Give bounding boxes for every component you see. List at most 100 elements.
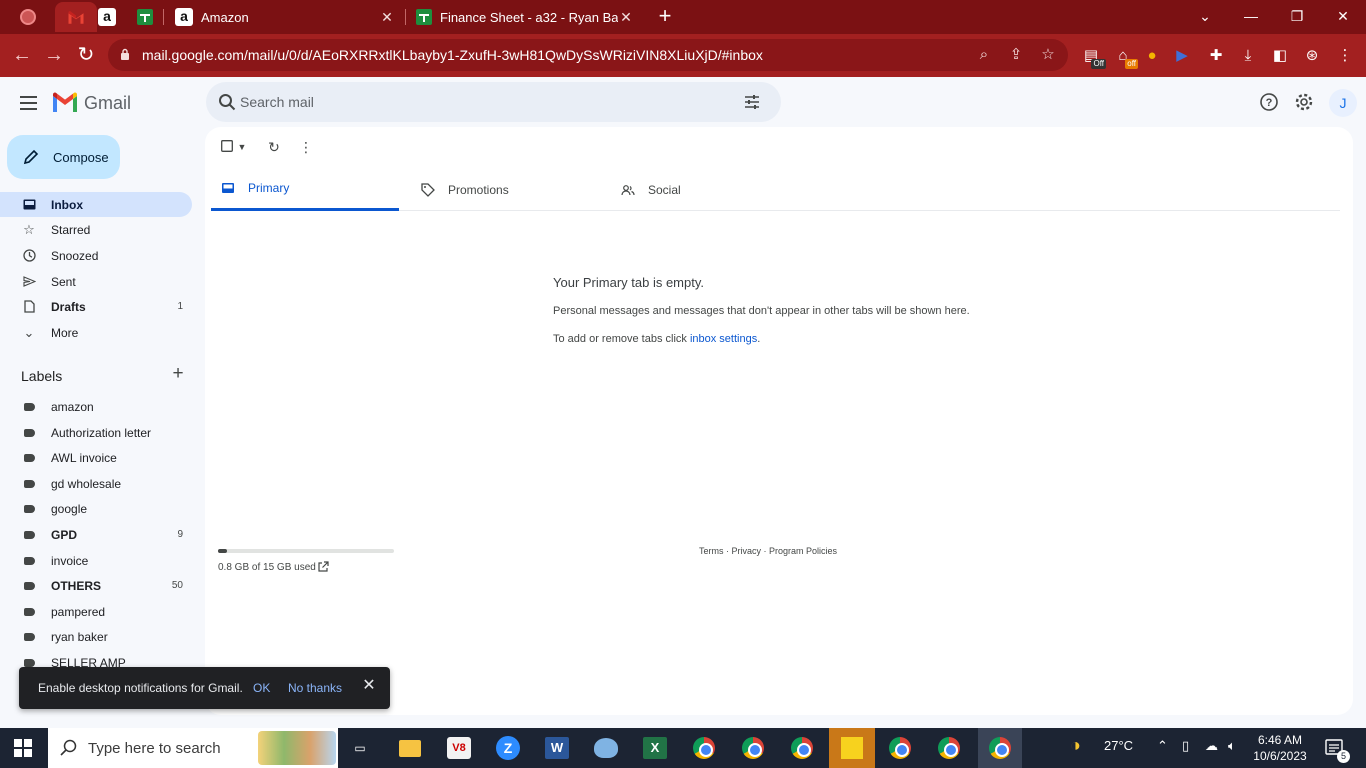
zoom-icon[interactable]: ⌕ <box>974 45 994 65</box>
open-external-icon[interactable] <box>317 561 329 573</box>
settings-gear-icon[interactable] <box>1294 92 1314 112</box>
new-tab-button[interactable]: + <box>655 5 675 27</box>
paint-icon[interactable] <box>592 734 620 762</box>
tab-amazon[interactable]: a Amazon ✕ <box>165 2 405 32</box>
side-panel-icon[interactable]: ◧ <box>1269 45 1291 67</box>
main-menu-icon[interactable] <box>18 92 40 114</box>
minimize-button[interactable]: — <box>1238 4 1264 28</box>
amazon-icon: a <box>175 8 193 26</box>
refresh-icon[interactable]: ↻ <box>266 139 282 155</box>
sidebar-label-item[interactable]: ryan baker <box>0 624 192 649</box>
bookmark-star-icon[interactable]: ☆ <box>1038 45 1058 65</box>
tab-search-chevron-icon[interactable]: ⌄ <box>1192 4 1218 28</box>
share-icon[interactable]: ⇪ <box>1006 45 1026 65</box>
profile-icon[interactable]: ⊛ <box>1301 45 1323 67</box>
sidebar-label-text: amazon <box>51 399 94 414</box>
weather-icon[interactable]: ◑ <box>1070 735 1081 756</box>
chrome-profile-2-icon[interactable] <box>739 734 767 762</box>
tab-promotions[interactable]: Promotions <box>411 168 599 211</box>
sidebar-item-label: Drafts <box>51 299 86 314</box>
sidebar-item-snoozed[interactable]: Snoozed <box>0 243 192 268</box>
tab-label: Promotions <box>448 182 509 197</box>
zoom-app-icon[interactable]: Z <box>494 734 522 762</box>
footer-links[interactable]: Terms · Privacy · Program Policies <box>699 546 837 556</box>
tab-favicon-circle[interactable] <box>17 6 39 28</box>
extension-4-icon[interactable]: ▶ <box>1171 45 1193 67</box>
forward-button[interactable]: → <box>42 43 66 67</box>
windows-start-icon[interactable] <box>14 739 32 757</box>
close-window-button[interactable]: ✕ <box>1330 4 1356 28</box>
tab-sheets-pinned[interactable] <box>134 6 156 28</box>
sidebar-item-starred[interactable]: ☆ Starred <box>0 217 192 242</box>
extension-1-icon[interactable]: ▤ Off <box>1080 45 1106 69</box>
chrome-profile-3-icon[interactable] <box>788 734 816 762</box>
reload-button[interactable]: ↻ <box>74 43 98 67</box>
sidebar-item-inbox[interactable]: Inbox <box>0 192 192 217</box>
taskbar-search[interactable]: Type here to search <box>48 728 338 768</box>
sidebar-label-item[interactable]: pampered <box>0 599 192 624</box>
tab-primary[interactable]: Primary <box>211 168 399 211</box>
snackbar-no-thanks-button[interactable]: No thanks <box>288 681 342 695</box>
address-bar[interactable]: mail.google.com/mail/u/0/d/AEoRXRRxtlKLb… <box>108 39 1068 71</box>
sidebar-item-drafts[interactable]: Drafts 1 <box>0 294 192 319</box>
device-icon[interactable]: ▯ <box>1182 738 1189 754</box>
add-label-button[interactable]: + <box>170 364 186 383</box>
chrome-menu-icon[interactable]: ⋮ <box>1334 45 1356 67</box>
sheets-icon <box>416 9 432 25</box>
show-hidden-icons-chevron-icon[interactable]: ⌃ <box>1157 738 1168 754</box>
sticky-notes-icon[interactable] <box>829 728 875 768</box>
sidebar-label-item[interactable]: amazon <box>0 394 192 419</box>
back-button[interactable]: ← <box>10 43 34 67</box>
sidebar-label-item[interactable]: google <box>0 496 192 521</box>
file-explorer-icon[interactable] <box>396 734 424 762</box>
account-avatar[interactable]: J <box>1329 89 1357 117</box>
close-icon[interactable]: ✕ <box>361 678 377 694</box>
tab-label: Social <box>648 182 681 197</box>
search-input[interactable] <box>240 82 740 122</box>
chrome-profile-1-icon[interactable] <box>690 734 718 762</box>
snackbar-ok-button[interactable]: OK <box>253 681 270 695</box>
inbox-settings-link[interactable]: inbox settings <box>690 333 757 345</box>
help-icon[interactable]: ? <box>1259 92 1279 112</box>
volume-icon[interactable]: 🔈︎ <box>1228 738 1236 754</box>
app-vs-icon[interactable]: V8 <box>445 734 473 762</box>
extension-3-icon[interactable]: ● <box>1141 45 1163 67</box>
sidebar-label-item[interactable]: invoice <box>0 548 192 573</box>
more-options-icon[interactable]: ⋮ <box>298 139 314 155</box>
extension-2-icon[interactable]: ⌂ off <box>1112 45 1138 69</box>
sidebar-label-text: pampered <box>51 604 106 619</box>
chrome-profile-4-icon[interactable] <box>886 734 914 762</box>
sidebar-label-item[interactable]: OTHERS 50 <box>0 573 192 598</box>
sidebar-label-item[interactable]: Authorization letter <box>0 420 192 445</box>
label-tag-icon <box>22 502 36 516</box>
sidebar-label-item[interactable]: gd wholesale <box>0 471 192 496</box>
sidebar-item-sent[interactable]: Sent <box>0 269 192 294</box>
sidebar-label-item[interactable]: AWL invoice <box>0 445 192 470</box>
search-icon[interactable] <box>218 93 236 111</box>
compose-button[interactable]: Compose <box>7 135 120 179</box>
tab-amazon-pinned[interactable]: a <box>96 6 118 28</box>
task-view-icon[interactable]: ▭ <box>346 734 374 762</box>
tab-finance-sheet[interactable]: Finance Sheet - a32 - Ryan Baker ✕ <box>406 2 644 32</box>
tab-social[interactable]: Social <box>611 168 799 211</box>
download-icon[interactable]: ⤓ <box>1237 45 1259 67</box>
word-icon[interactable]: W <box>543 734 571 762</box>
notification-center-icon[interactable]: 5 <box>1324 738 1350 763</box>
weather-temperature[interactable]: 27°C <box>1104 738 1133 753</box>
close-icon[interactable]: ✕ <box>618 9 634 25</box>
chrome-active-icon[interactable] <box>978 728 1022 768</box>
extensions-puzzle-icon[interactable]: ✚ <box>1205 45 1227 67</box>
excel-icon[interactable]: X <box>641 734 669 762</box>
close-icon[interactable]: ✕ <box>379 9 395 25</box>
tab-gmail[interactable] <box>55 2 97 32</box>
sidebar-label-item[interactable]: GPD 9 <box>0 522 192 547</box>
restore-button[interactable]: ❐ <box>1284 4 1310 28</box>
taskbar-clock[interactable]: 6:46 AM 10/6/2023 <box>1252 732 1308 764</box>
select-dropdown-icon[interactable]: ▼ <box>234 139 250 155</box>
chrome-profile-5-icon[interactable] <box>935 734 963 762</box>
cloud-icon[interactable]: ☁ <box>1205 738 1218 754</box>
select-all-checkbox[interactable] <box>219 139 235 155</box>
sidebar-item-more[interactable]: ⌄ More <box>0 320 192 345</box>
taskbar-search-text: Type here to search <box>88 740 221 757</box>
search-options-icon[interactable] <box>743 93 761 111</box>
